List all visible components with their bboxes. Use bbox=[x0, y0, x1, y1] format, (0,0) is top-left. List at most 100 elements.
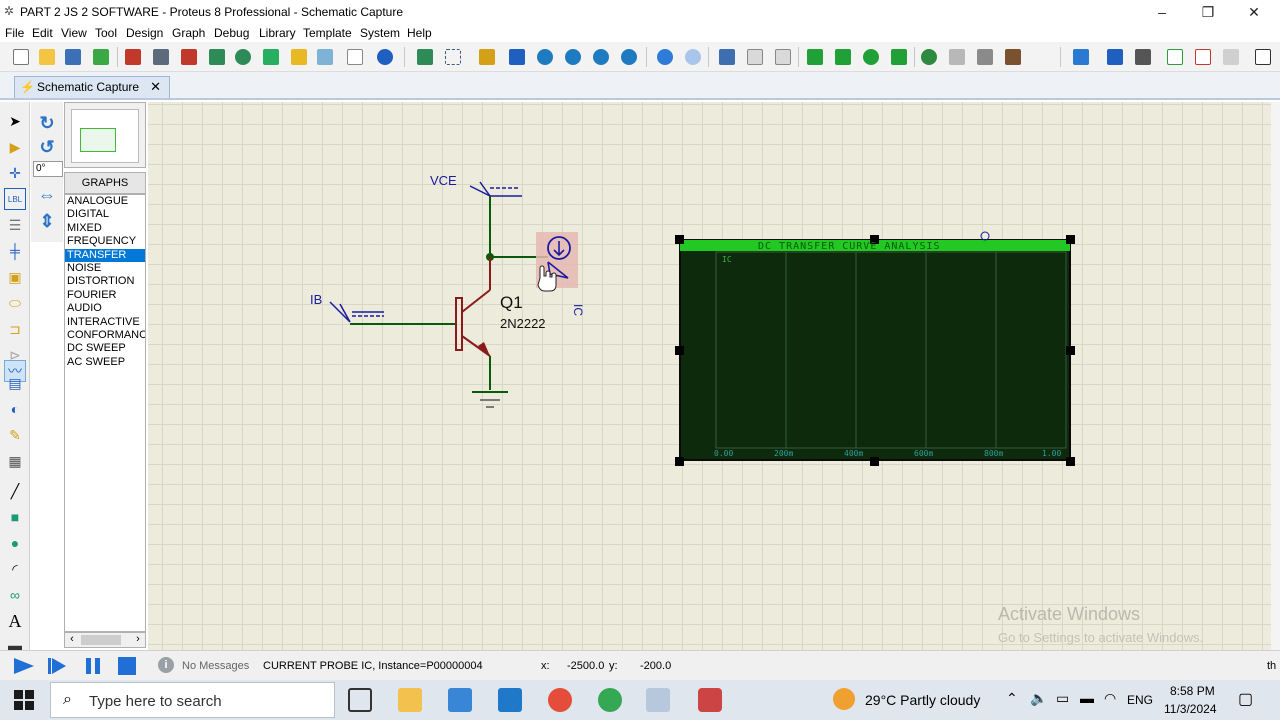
notes-icon[interactable] bbox=[344, 46, 366, 68]
weather-icon[interactable] bbox=[833, 688, 855, 710]
pick-parts-icon[interactable] bbox=[918, 46, 940, 68]
tab-close-icon[interactable]: ✕ bbox=[150, 77, 161, 97]
terminals-icon[interactable]: ⬭ bbox=[4, 292, 26, 314]
menu-help[interactable]: Help bbox=[407, 26, 432, 40]
wire-label-icon[interactable]: LBL bbox=[4, 188, 26, 210]
rotate-anticlockwise-icon[interactable]: ↺ bbox=[35, 136, 59, 158]
property-tool-icon[interactable] bbox=[1132, 46, 1154, 68]
graph-type-conformance[interactable]: CONFORMANCE bbox=[65, 329, 145, 342]
graph-type-analogue[interactable]: ANALOGUE bbox=[65, 195, 145, 208]
menu-library[interactable]: Library bbox=[259, 26, 296, 40]
script-icon[interactable] bbox=[1252, 46, 1274, 68]
grid-icon[interactable] bbox=[442, 46, 464, 68]
scroll-left-icon[interactable]: ‹ bbox=[65, 633, 79, 645]
canvas-scrollbar[interactable] bbox=[1271, 102, 1280, 650]
search-tag-icon[interactable] bbox=[1104, 46, 1126, 68]
redo-icon[interactable] bbox=[682, 46, 704, 68]
network-icon[interactable]: ◠ bbox=[1104, 690, 1116, 707]
dc-transfer-graph[interactable] bbox=[675, 231, 1075, 466]
box-tool-icon[interactable]: ■ bbox=[4, 506, 26, 528]
graph-type-interactive[interactable]: INTERACTIVE bbox=[65, 316, 145, 329]
menu-file[interactable]: File bbox=[5, 26, 24, 40]
schematic-canvas[interactable]: VCE IB Q1 2N2222 IC DC TRANSFER CURVE AN… bbox=[148, 102, 1280, 650]
new-sheet-icon[interactable] bbox=[1164, 46, 1186, 68]
graph-type-audio[interactable]: AUDIO bbox=[65, 302, 145, 315]
vce-generator-symbol[interactable] bbox=[469, 181, 522, 197]
cut-icon[interactable] bbox=[716, 46, 738, 68]
show-hidden-icons-icon[interactable]: ⌃ bbox=[1006, 690, 1018, 707]
import-icon[interactable] bbox=[90, 46, 112, 68]
schematic-icon[interactable] bbox=[150, 46, 172, 68]
microsoft-store-icon[interactable] bbox=[448, 688, 472, 712]
cost-icon[interactable] bbox=[288, 46, 310, 68]
menu-design[interactable]: Design bbox=[126, 26, 163, 40]
taskbar-search-box[interactable]: ⌕ Type here to search bbox=[50, 682, 335, 718]
step-icon[interactable] bbox=[52, 658, 66, 674]
rotation-angle-field[interactable]: 0° bbox=[33, 161, 63, 177]
windows-start-icon[interactable] bbox=[14, 690, 34, 710]
graph-type-digital[interactable]: DIGITAL bbox=[65, 208, 145, 221]
messages-status[interactable]: No Messages bbox=[182, 660, 249, 672]
graph-type-fourier[interactable]: FOURIER bbox=[65, 289, 145, 302]
task-view-icon[interactable] bbox=[348, 688, 372, 712]
line-tool-icon[interactable]: ╱ bbox=[4, 480, 26, 502]
ground-symbol[interactable] bbox=[472, 391, 508, 408]
copy-icon[interactable] bbox=[744, 46, 766, 68]
text-tool-icon[interactable]: A bbox=[4, 610, 26, 632]
overview-window[interactable] bbox=[64, 102, 146, 168]
notifications-icon[interactable]: ▢ bbox=[1238, 689, 1253, 709]
zoom-out-icon[interactable] bbox=[562, 46, 584, 68]
pcb-icon[interactable] bbox=[178, 46, 200, 68]
home-icon[interactable] bbox=[122, 46, 144, 68]
menu-view[interactable]: View bbox=[61, 26, 87, 40]
language-indicator[interactable]: ENG bbox=[1127, 693, 1153, 707]
info-icon[interactable]: i bbox=[158, 657, 174, 673]
menu-edit[interactable]: Edit bbox=[32, 26, 53, 40]
menu-template[interactable]: Template bbox=[303, 26, 352, 40]
junction-dot-icon[interactable]: ✛ bbox=[4, 162, 26, 184]
graph-type-distortion[interactable]: DISTORTION bbox=[65, 275, 145, 288]
volume-icon[interactable]: 🔈 bbox=[1030, 690, 1047, 707]
path-tool-icon[interactable]: ∞ bbox=[4, 584, 26, 606]
graph-type-dc-sweep[interactable]: DC SWEEP bbox=[65, 342, 145, 355]
zoom-all-icon[interactable] bbox=[590, 46, 612, 68]
menu-graph[interactable]: Graph bbox=[172, 26, 205, 40]
bom-icon[interactable] bbox=[260, 46, 282, 68]
open-folder-icon[interactable] bbox=[36, 46, 58, 68]
virtual-instrument-icon[interactable]: ▦ bbox=[4, 450, 26, 472]
mirror-vertical-icon[interactable]: ⇕ bbox=[35, 210, 59, 232]
transistor-q1-symbol[interactable] bbox=[455, 257, 491, 357]
chrome-icon[interactable] bbox=[598, 688, 622, 712]
component-mode-icon[interactable]: ▶ bbox=[4, 136, 26, 158]
ib-generator-symbol[interactable] bbox=[329, 301, 384, 323]
delete-sheet-icon[interactable] bbox=[1192, 46, 1214, 68]
graph-type-frequency[interactable]: FREQUENCY bbox=[65, 235, 145, 248]
undo-icon[interactable] bbox=[654, 46, 676, 68]
gerber-icon[interactable] bbox=[232, 46, 254, 68]
proteus-taskbar-icon[interactable] bbox=[646, 688, 670, 712]
pause-icon[interactable] bbox=[86, 658, 91, 674]
3d-view-icon[interactable] bbox=[206, 46, 228, 68]
menu-tool[interactable]: Tool bbox=[95, 26, 117, 40]
maximize-button[interactable]: ❐ bbox=[1188, 2, 1228, 22]
probe-generator-icon[interactable]: ◐ bbox=[4, 398, 26, 420]
meet-now-icon[interactable]: ▭ bbox=[1056, 690, 1069, 707]
subcircuit-icon[interactable]: ▣ bbox=[4, 266, 26, 288]
stop-icon[interactable] bbox=[118, 657, 136, 675]
clock-time[interactable]: 8:58 PM bbox=[1170, 684, 1215, 698]
code-icon[interactable] bbox=[314, 46, 336, 68]
voltage-probe-icon[interactable]: ✎ bbox=[4, 424, 26, 446]
play-icon[interactable] bbox=[14, 658, 34, 674]
zoom-in-icon[interactable] bbox=[534, 46, 556, 68]
scroll-thumb[interactable] bbox=[81, 635, 121, 645]
packaging-icon[interactable] bbox=[974, 46, 996, 68]
weather-text[interactable]: 29°C Partly cloudy bbox=[865, 692, 980, 708]
graph-type-transfer[interactable]: TRANSFER bbox=[65, 248, 145, 262]
block-delete-icon[interactable] bbox=[888, 46, 910, 68]
block-copy-icon[interactable] bbox=[804, 46, 826, 68]
minimize-button[interactable]: – bbox=[1142, 2, 1182, 22]
mail-icon[interactable] bbox=[498, 688, 522, 712]
circle-tool-icon[interactable]: ● bbox=[4, 532, 26, 554]
clock-date[interactable]: 11/3/2024 bbox=[1164, 702, 1217, 716]
graph-type-ac-sweep[interactable]: AC SWEEP bbox=[65, 356, 145, 369]
